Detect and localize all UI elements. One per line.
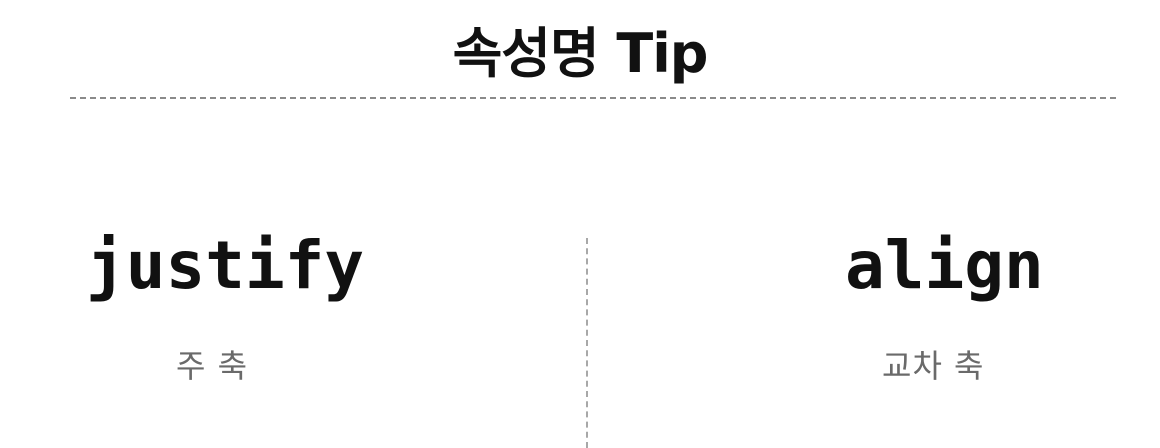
justify-term: justify	[86, 227, 365, 304]
center-divider	[586, 238, 588, 448]
justify-description: 주 축	[176, 347, 249, 385]
align-description: 교차 축	[882, 347, 985, 385]
page-title: 속성명 Tip	[452, 22, 709, 85]
align-term: align	[845, 227, 1044, 304]
title-divider	[70, 97, 1116, 99]
